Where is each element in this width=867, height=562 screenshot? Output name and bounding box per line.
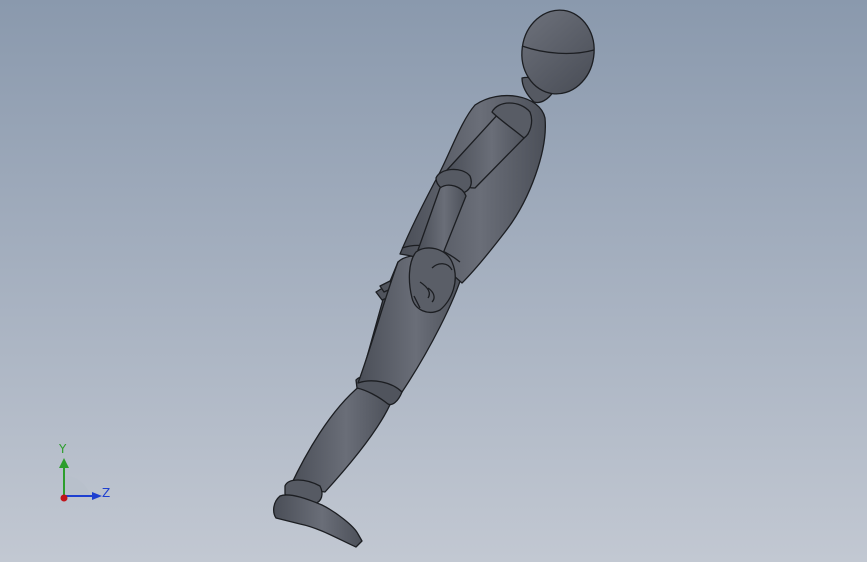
z-axis-arrow: [92, 492, 102, 500]
mannequin-model[interactable]: [0, 0, 867, 562]
x-axis-dot: [60, 494, 68, 502]
triad-plane: [64, 475, 90, 496]
coordinate-triad: Y Z: [50, 440, 120, 510]
y-axis-label: Y: [59, 442, 67, 456]
shin: [289, 384, 393, 493]
graphics-viewport[interactable]: Y Z: [0, 0, 867, 562]
y-axis-arrow: [59, 458, 69, 468]
z-axis-label: Z: [102, 486, 111, 500]
foot: [273, 494, 363, 548]
